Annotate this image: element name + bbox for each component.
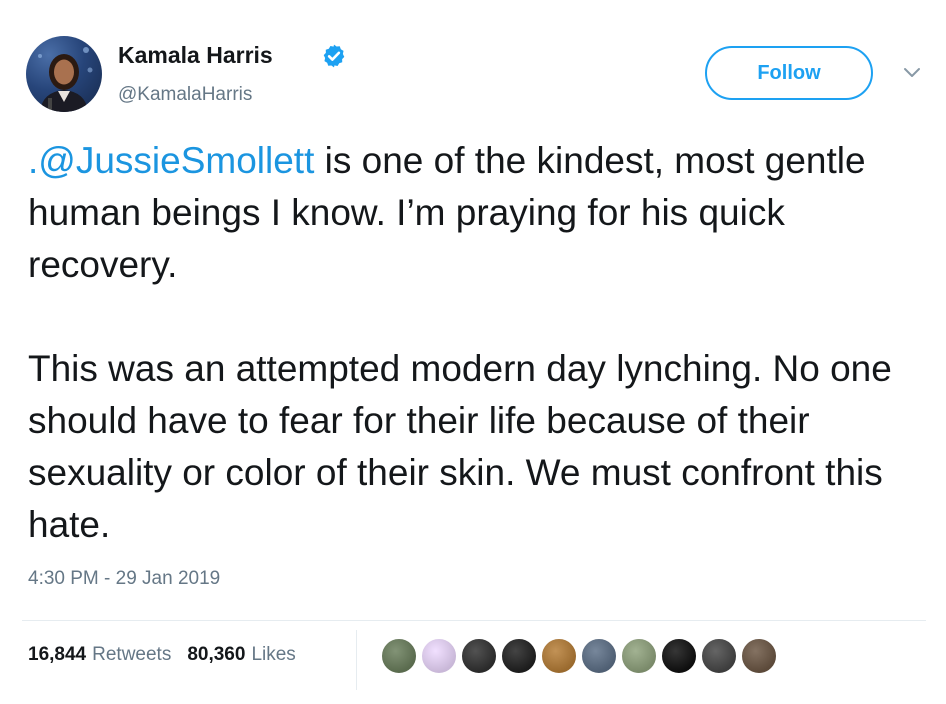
liker-avatar-9[interactable] (700, 637, 738, 675)
tweet-stats: 16,844 Retweets 80,360 Likes (28, 644, 312, 666)
likes-label[interactable]: Likes (251, 644, 295, 666)
author-handle[interactable]: @KamalaHarris (118, 84, 252, 106)
liker-avatar-2[interactable] (420, 637, 458, 675)
liker-avatar-6[interactable] (580, 637, 618, 675)
retweets-count[interactable]: 16,844 (28, 644, 86, 666)
liker-avatar-7[interactable] (620, 637, 658, 675)
liker-avatar-3[interactable] (460, 637, 498, 675)
liker-avatar-1[interactable] (380, 637, 418, 675)
mention-link[interactable]: .@JussieSmollett (28, 140, 314, 181)
liker-avatar-10[interactable] (740, 637, 778, 675)
tweet-text: .@JussieSmollett is one of the kindest, … (28, 135, 928, 551)
divider (22, 620, 926, 621)
retweets-label[interactable]: Retweets (92, 644, 171, 666)
verified-badge-icon (323, 44, 345, 68)
liker-avatar-4[interactable] (500, 637, 538, 675)
likes-count[interactable]: 80,360 (187, 644, 245, 666)
chevron-down-icon[interactable] (902, 66, 922, 80)
follow-button[interactable]: Follow (705, 46, 873, 100)
liker-avatar-8[interactable] (660, 637, 698, 675)
author-name[interactable]: Kamala Harris (118, 42, 273, 69)
tweet-paragraph-2: This was an attempted modern day lynchin… (28, 348, 892, 545)
liker-avatar-5[interactable] (540, 637, 578, 675)
user-avatar-icon (38, 47, 93, 112)
author-avatar[interactable] (26, 36, 102, 112)
stats-separator (356, 630, 357, 690)
tweet-paragraph-1: .@JussieSmollett is one of the kindest, … (28, 135, 928, 291)
tweet-timestamp[interactable]: 4:30 PM - 29 Jan 2019 (28, 568, 220, 590)
